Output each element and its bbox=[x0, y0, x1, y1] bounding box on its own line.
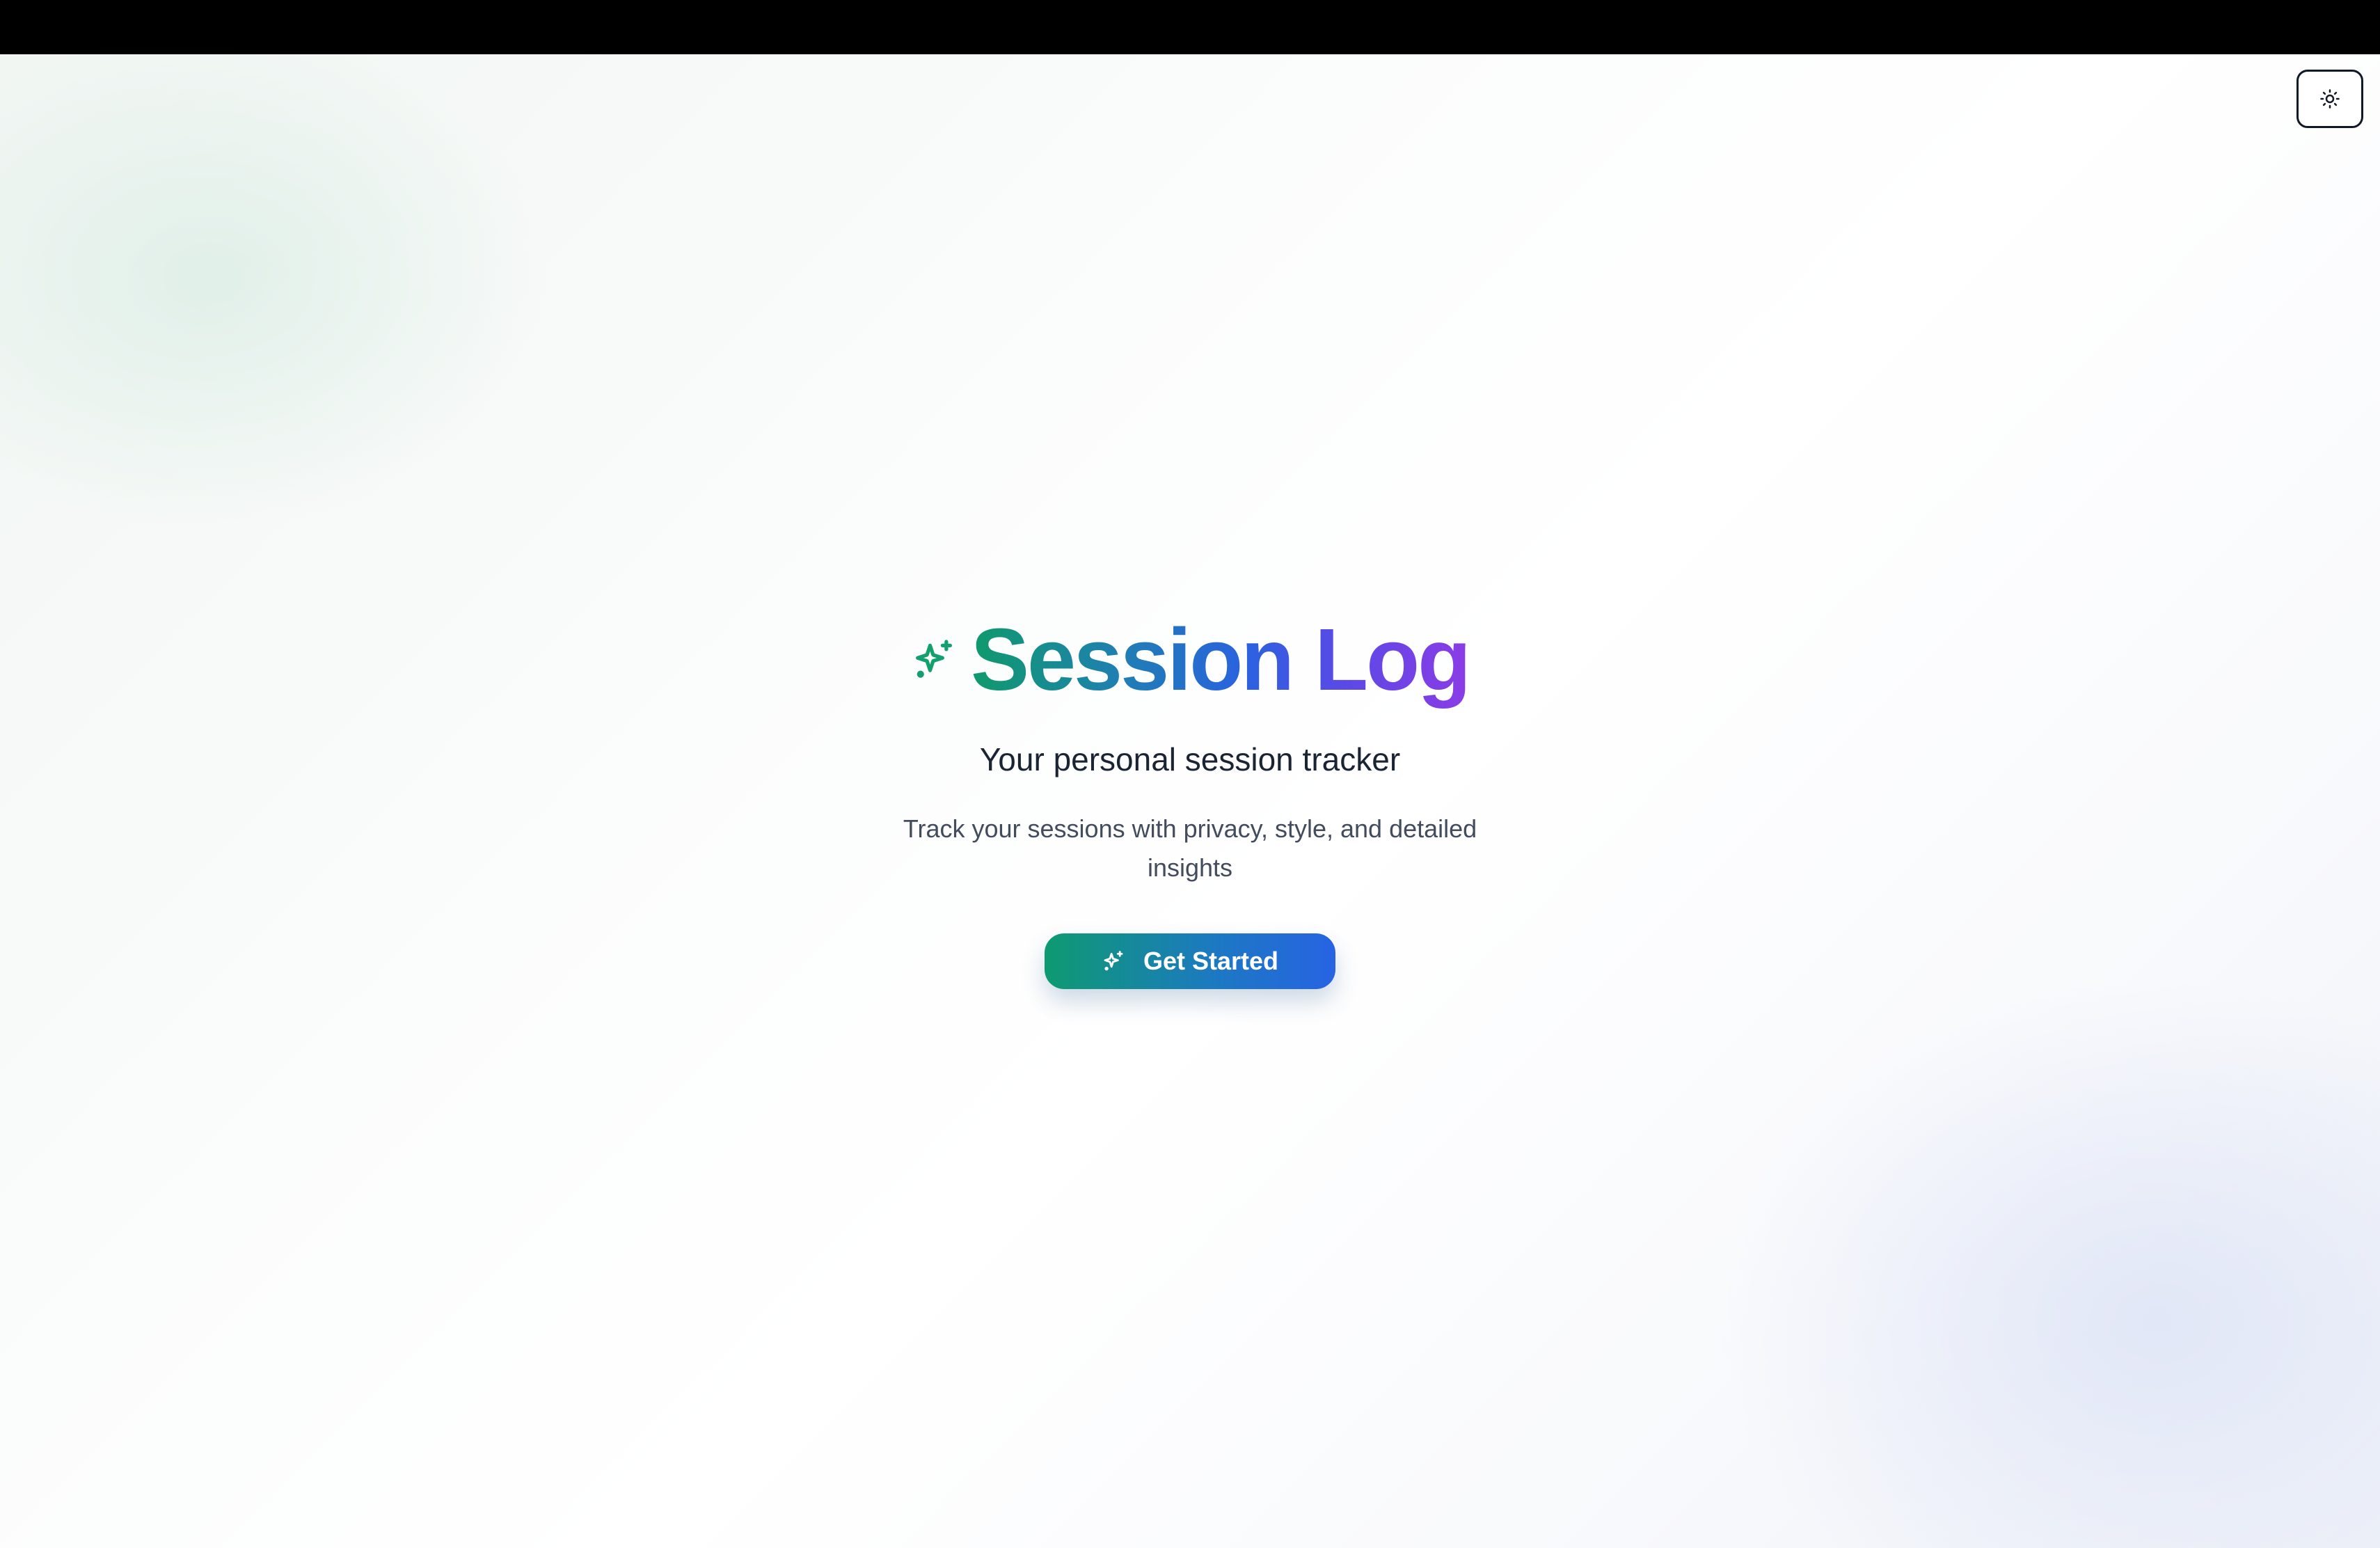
app-description: Track your sessions with privacy, style,… bbox=[903, 814, 1477, 882]
get-started-label: Get Started bbox=[1143, 947, 1279, 975]
sparkles-icon bbox=[915, 640, 952, 678]
title-row: Session Log bbox=[911, 608, 1471, 712]
app-title: Session Log bbox=[971, 608, 1471, 712]
theme-toggle-button[interactable] bbox=[2296, 70, 2363, 128]
sparkles-icon bbox=[1104, 951, 1123, 971]
sun-icon bbox=[2320, 89, 2340, 109]
hero-section: Session Log Your personal session tracke… bbox=[0, 608, 2380, 989]
get-started-button[interactable]: Get Started bbox=[1045, 933, 1335, 989]
app-subtitle: Your personal session tracker bbox=[979, 741, 1401, 777]
landing-page: Session Log Your personal session tracke… bbox=[0, 54, 2380, 1548]
top-black-bar bbox=[0, 0, 2380, 54]
